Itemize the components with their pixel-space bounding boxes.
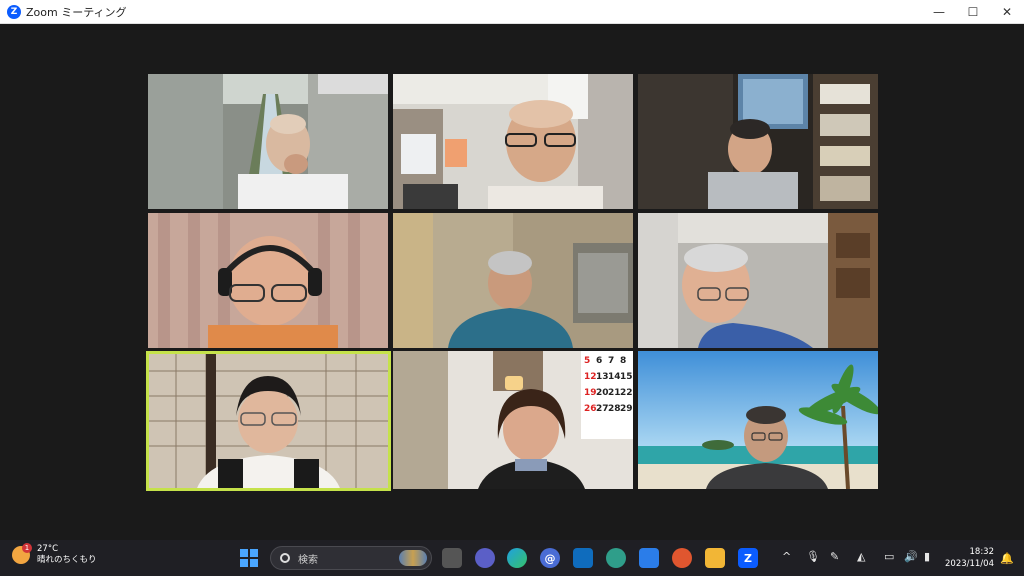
task-view-icon[interactable] [442, 548, 462, 568]
taskbar-search-box[interactable]: 検索 [270, 546, 432, 570]
calendar-number: 19 [584, 388, 597, 398]
notification-bell-icon[interactable]: 🔔 [1000, 552, 1014, 565]
calendar-number: 7 [608, 356, 614, 366]
file-explorer-icon[interactable] [705, 548, 725, 568]
calendar-number: 12 [584, 372, 597, 382]
calendar-number: 26 [584, 404, 597, 414]
maximize-button[interactable]: ☐ [956, 0, 990, 24]
participant-video-3[interactable] [638, 74, 878, 209]
pen-input-icon[interactable]: ✎ [830, 550, 839, 563]
search-icon [280, 553, 290, 563]
participant-video-1[interactable] [148, 74, 388, 209]
participant-video-9[interactable] [638, 351, 878, 489]
participant-video-8[interactable]: 5 6 7 8 12 13 14 15 19 20 21 22 26 27 28… [393, 351, 633, 489]
participant-video-5[interactable] [393, 213, 633, 348]
calendar-number: 27 [596, 404, 609, 414]
calendar-number: 28 [608, 404, 621, 414]
clock-date: 2023/11/04 [945, 559, 994, 569]
participant-video-2[interactable] [393, 74, 633, 209]
search-highlight-image [399, 550, 427, 566]
calendar-number: 15 [620, 372, 633, 382]
microsoft-store-icon[interactable] [639, 548, 659, 568]
notification-badge: 1 [22, 543, 32, 553]
calendar-number: 13 [596, 372, 609, 382]
show-hidden-icons-chevron[interactable]: ^ [782, 550, 791, 563]
windows-logo-icon [240, 549, 248, 557]
participant-video-4[interactable] [148, 213, 388, 348]
calendar-number: 22 [620, 388, 633, 398]
teams-meet-icon[interactable] [475, 548, 495, 568]
meeting-gallery: 5 6 7 8 12 13 14 15 19 20 21 22 26 27 28… [0, 24, 1024, 540]
participant-video-6[interactable] [638, 213, 878, 348]
window-title: Zoom ミーティング [26, 5, 127, 19]
zoom-taskbar-icon[interactable]: Z [738, 548, 758, 568]
weather-condition: 晴れのちくもり [37, 555, 97, 565]
calendar-number: 20 [596, 388, 609, 398]
maps-globe-icon[interactable] [606, 548, 626, 568]
music-app-icon[interactable] [672, 548, 692, 568]
edge-browser-icon[interactable] [507, 548, 527, 568]
network-icon[interactable]: ▭ [884, 550, 894, 563]
outlook-mail-icon[interactable] [573, 548, 593, 568]
window-titlebar: Z Zoom ミーティング — ☐ ✕ [0, 0, 1024, 24]
battery-icon[interactable]: ▮ [924, 550, 930, 563]
participant-video-7-active-speaker[interactable] [146, 351, 391, 491]
minimize-button[interactable]: — [922, 0, 956, 24]
calendar-number: 14 [608, 372, 621, 382]
calendar-number: 21 [608, 388, 621, 398]
clock-time: 18:32 [969, 547, 995, 557]
windows-taskbar: 1 27°C 晴れのちくもり 検索 @ Z ^ 🎙 ✎ ◭ ▭ 🔊 ▮ 18:3… [0, 540, 1024, 576]
adobe-acrobat-icon[interactable]: ◭ [857, 550, 865, 563]
system-clock[interactable]: 18:32 2023/11/04 [945, 546, 994, 570]
mail-at-icon[interactable]: @ [540, 548, 560, 568]
close-button[interactable]: ✕ [990, 0, 1024, 24]
search-placeholder: 検索 [298, 554, 318, 566]
weather-temperature: 27°C [37, 544, 59, 554]
calendar-number: 29 [620, 404, 633, 414]
calendar-number: 5 [584, 356, 590, 366]
start-button[interactable] [240, 549, 258, 567]
weather-widget[interactable]: 1 27°C 晴れのちくもり [12, 543, 97, 566]
zoom-app-icon: Z [7, 4, 21, 19]
calendar-number: 6 [596, 356, 602, 366]
microphone-icon[interactable]: 🎙 [806, 550, 820, 563]
volume-icon[interactable]: 🔊 [904, 550, 918, 563]
calendar-number: 8 [620, 356, 626, 366]
weather-sun-icon: 1 [12, 543, 32, 564]
